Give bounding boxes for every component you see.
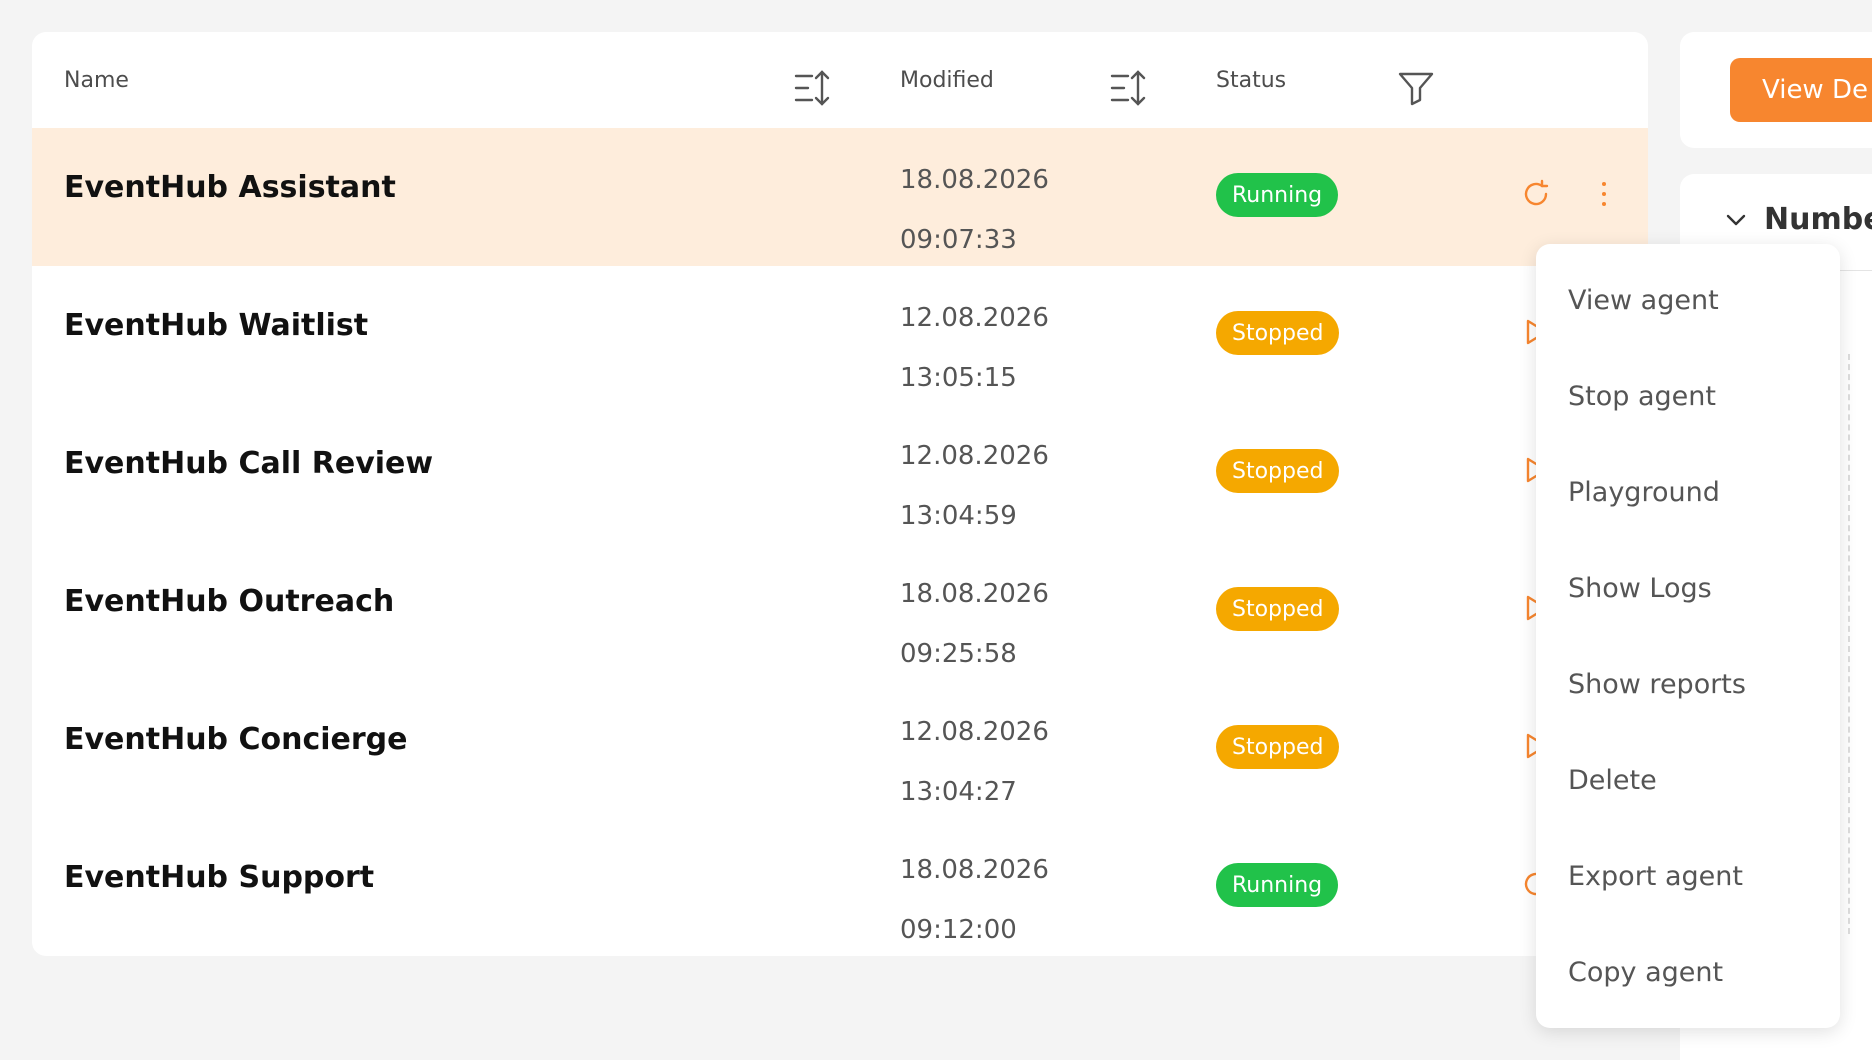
status-badge: Running [1216, 173, 1339, 217]
agent-name: EventHub Support [64, 859, 375, 895]
sort-icon[interactable] [1108, 68, 1148, 108]
agent-name: EventHub Waitlist [64, 307, 369, 343]
modified-cell: 12.08.2026 13:04:59 [900, 426, 1049, 546]
modified-date: 12.08.2026 [900, 303, 1049, 333]
table-row[interactable]: EventHub Support 18.08.2026 09:12:00 Run… [32, 818, 1648, 956]
menu-item-show-logs[interactable]: Show Logs [1568, 568, 1712, 608]
agent-context-menu: View agent Stop agent Playground Show Lo… [1536, 244, 1840, 1028]
status-badge: Stopped [1216, 587, 1340, 631]
modified-time: 09:12:00 [900, 915, 1017, 945]
modified-date: 12.08.2026 [900, 717, 1049, 747]
table-row[interactable]: EventHub Waitlist 12.08.2026 13:05:15 St… [32, 266, 1648, 404]
modified-time: 09:25:58 [900, 639, 1017, 669]
side-actions-card: View De [1680, 32, 1872, 148]
modified-date: 18.08.2026 [900, 855, 1049, 885]
modified-date: 12.08.2026 [900, 441, 1049, 471]
modified-cell: 18.08.2026 09:07:33 [900, 150, 1049, 270]
table-row[interactable]: EventHub Assistant 18.08.2026 09:07:33 R… [32, 128, 1648, 266]
modified-cell: 12.08.2026 13:04:27 [900, 702, 1049, 822]
agents-table: Name Modified Status EventHub Assistant … [32, 32, 1648, 956]
modified-time: 13:04:27 [900, 777, 1017, 807]
filter-icon[interactable] [1396, 68, 1436, 108]
agent-name: EventHub Concierge [64, 721, 408, 757]
menu-item-view-agent[interactable]: View agent [1568, 280, 1719, 320]
menu-item-copy-agent[interactable]: Copy agent [1568, 952, 1723, 992]
dashed-placeholder [1848, 354, 1872, 934]
view-details-button[interactable]: View De [1730, 58, 1872, 122]
table-row[interactable]: EventHub Concierge 12.08.2026 13:04:27 S… [32, 680, 1648, 818]
table-header: Name Modified Status [32, 32, 1648, 128]
column-header-modified: Modified [900, 67, 994, 93]
modified-cell: 18.08.2026 09:25:58 [900, 564, 1049, 684]
column-header-status: Status [1216, 67, 1287, 93]
menu-item-show-reports[interactable]: Show reports [1568, 664, 1746, 704]
menu-item-playground[interactable]: Playground [1568, 472, 1720, 512]
table-row[interactable]: EventHub Call Review 12.08.2026 13:04:59… [32, 404, 1648, 542]
sort-icon[interactable] [792, 68, 832, 108]
status-badge: Stopped [1216, 725, 1340, 769]
column-header-name: Name [64, 67, 129, 93]
menu-item-delete[interactable]: Delete [1568, 760, 1657, 800]
restart-icon[interactable] [1520, 178, 1552, 210]
table-row[interactable]: EventHub Outreach 18.08.2026 09:25:58 St… [32, 542, 1648, 680]
agent-name: EventHub Assistant [64, 169, 396, 205]
kebab-menu-icon[interactable] [1592, 174, 1616, 214]
modified-cell: 18.08.2026 09:12:00 [900, 840, 1049, 956]
status-badge: Stopped [1216, 449, 1340, 493]
menu-item-export-agent[interactable]: Export agent [1568, 856, 1743, 896]
modified-time: 13:04:59 [900, 501, 1017, 531]
menu-item-stop-agent[interactable]: Stop agent [1568, 376, 1716, 416]
modified-time: 09:07:33 [900, 225, 1017, 255]
modified-date: 18.08.2026 [900, 579, 1049, 609]
chevron-down-icon[interactable] [1724, 208, 1748, 232]
agent-name: EventHub Call Review [64, 445, 434, 481]
modified-time: 13:05:15 [900, 363, 1017, 393]
status-badge: Stopped [1216, 311, 1340, 355]
status-badge: Running [1216, 863, 1339, 907]
modified-date: 18.08.2026 [900, 165, 1049, 195]
modified-cell: 12.08.2026 13:05:15 [900, 288, 1049, 408]
section-header[interactable]: Number [1724, 202, 1872, 237]
agent-name: EventHub Outreach [64, 583, 395, 619]
section-title: Number [1764, 202, 1872, 237]
